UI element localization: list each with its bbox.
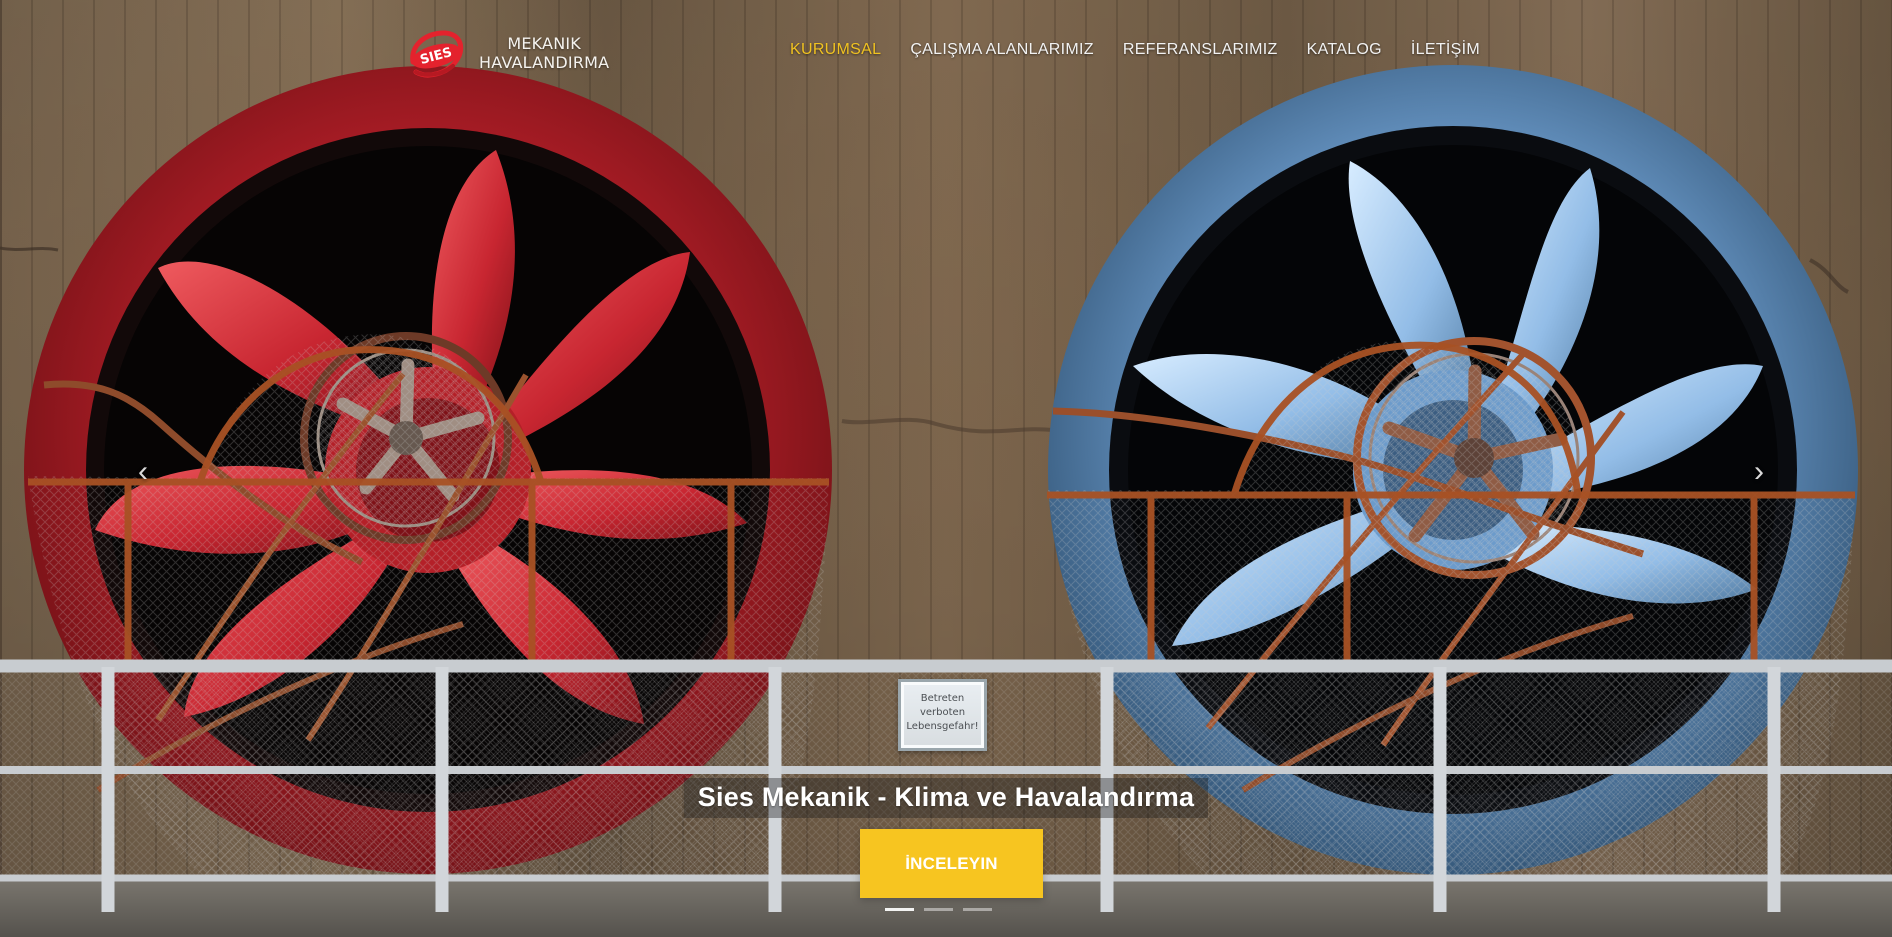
carousel-prev-button[interactable]: ‹ [129,455,157,489]
hero-caption-title: Sies Mekanik - Klima ve Havalandırma [683,778,1209,818]
hero-caption: Sies Mekanik - Klima ve Havalandırma [0,778,1892,818]
carousel-indicator-3[interactable] [963,908,992,911]
main-navigation: KURUMSAL ÇALIŞMA ALANLARIMIZ REFERANSLAR… [790,41,1480,59]
logo-line-havalandirma: HAVALANDIRMA [479,53,610,72]
inceleyin-button[interactable]: İNCELEYIN [860,829,1043,898]
carousel-indicators [885,908,992,911]
warning-sign-line-1: Betreten [920,693,965,704]
nav-link-calisma-alanlarimiz[interactable]: ÇALIŞMA ALANLARIMIZ [910,41,1094,58]
nav-item-kurumsal: KURUMSAL [790,41,881,59]
brand-logo-text: MEKANIK HAVALANDIRMA [479,34,610,73]
nav-link-iletisim[interactable]: İLETİŞİM [1411,41,1480,58]
site-header: SIES MEKANIK HAVALANDIRMA KURUMSAL ÇALIŞ… [0,0,1892,110]
nav-link-referanslarimiz[interactable]: REFERANSLARIMIZ [1123,41,1278,58]
nav-item-katalog: KATALOG [1307,41,1382,59]
sies-logo-mark-icon: SIES [405,28,467,80]
brand-logo[interactable]: SIES MEKANIK HAVALANDIRMA [405,24,609,84]
warning-sign-line-2: verboten [919,707,966,718]
chevron-right-icon: › [1754,455,1764,488]
warning-sign-line-3: Lebensgefahr! [906,721,979,732]
carousel-indicator-2[interactable] [924,908,953,911]
warning-sign: Betreten verboten Lebensgefahr! [898,679,987,751]
logo-line-mekanik: MEKANIK [507,34,581,54]
hero-slider: SIES MEKANIK HAVALANDIRMA KURUMSAL ÇALIŞ… [0,0,1892,937]
nav-link-katalog[interactable]: KATALOG [1307,41,1382,58]
carousel-indicator-1[interactable] [885,908,914,911]
nav-item-referanslarimiz: REFERANSLARIMIZ [1123,41,1278,59]
nav-item-iletisim: İLETİŞİM [1411,41,1480,59]
nav-item-calisma-alanlarimiz: ÇALIŞMA ALANLARIMIZ [910,41,1094,59]
nav-link-kurumsal[interactable]: KURUMSAL [790,41,881,58]
chevron-left-icon: ‹ [138,455,148,488]
carousel-next-button[interactable]: › [1745,455,1773,489]
